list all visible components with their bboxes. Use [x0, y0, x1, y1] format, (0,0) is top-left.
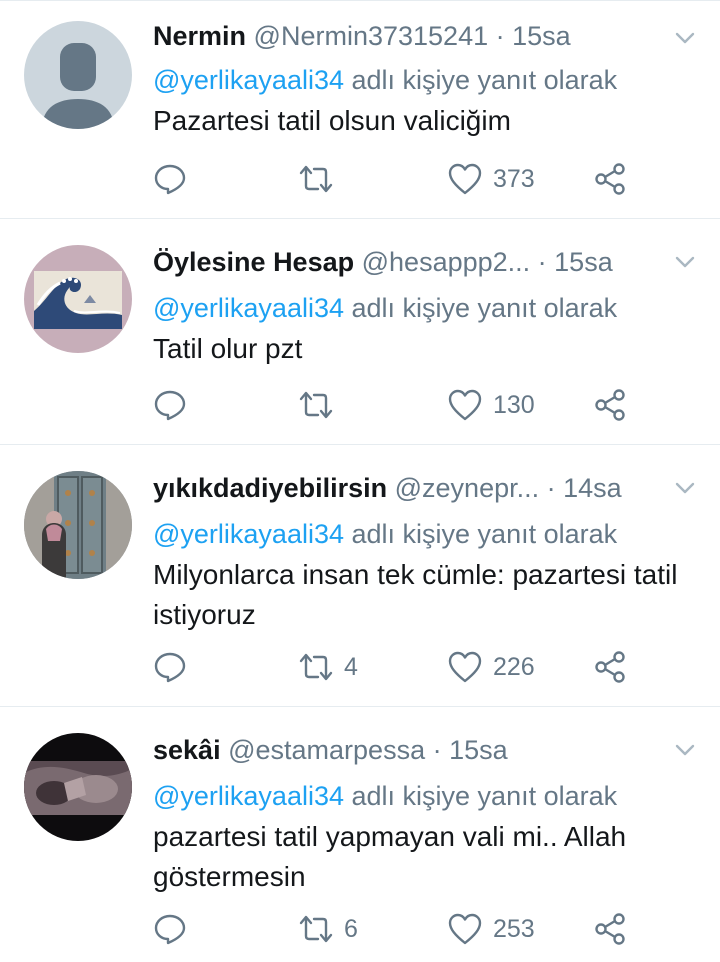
reply-context: @yerlikayaali34 adlı kişiye yanıt olarak	[153, 63, 700, 97]
reply-icon	[154, 914, 186, 945]
reply-button[interactable]	[153, 385, 187, 425]
tweet-header: sekâi @estamarpessa · 15sa	[153, 733, 630, 767]
share-button[interactable]	[593, 385, 627, 425]
tweet[interactable]: Nermin @Nermin37315241 · 15sa @yerlikaya…	[0, 0, 720, 218]
avatar[interactable]	[24, 245, 132, 353]
tweet[interactable]: Öylesine Hesap @hesappp2... · 15sa @yerl…	[0, 218, 720, 444]
tweet-header: Öylesine Hesap @hesappp2... · 15sa	[153, 245, 630, 279]
display-name[interactable]: Nermin	[153, 21, 246, 51]
tweet[interactable]: sekâi @estamarpessa · 15sa @yerlikayaali…	[0, 706, 720, 962]
chevron-down-icon[interactable]	[674, 477, 696, 499]
mention-link[interactable]: @yerlikayaali34	[153, 781, 344, 811]
timestamp[interactable]: · 15sa	[496, 21, 571, 51]
chevron-down-icon[interactable]	[674, 739, 696, 761]
user-handle[interactable]: @hesappp2...	[362, 247, 531, 277]
timestamp[interactable]: · 15sa	[538, 247, 613, 277]
like-button[interactable]: 253	[447, 909, 535, 949]
mention-link[interactable]: @yerlikayaali34	[153, 65, 344, 95]
like-button[interactable]: 130	[447, 385, 535, 425]
share-icon	[595, 651, 625, 683]
like-button[interactable]: 226	[447, 647, 535, 687]
reply-context-label: adlı kişiye yanıt olarak	[344, 519, 618, 549]
timestamp[interactable]: · 15sa	[433, 735, 508, 765]
share-button[interactable]	[593, 159, 627, 199]
avatar[interactable]	[24, 471, 132, 579]
retweet-icon	[299, 915, 333, 943]
share-button[interactable]	[593, 909, 627, 949]
avatar[interactable]	[24, 21, 132, 129]
mention-link[interactable]: @yerlikayaali34	[153, 519, 344, 549]
tweet[interactable]: yıkıkdadiyebilirsin @zeynepr... · 14sa @…	[0, 444, 720, 706]
reply-context-label: adlı kişiye yanıt olarak	[344, 65, 618, 95]
tweet-header: Nermin @Nermin37315241 · 15sa	[153, 19, 630, 53]
retweet-icon	[299, 391, 333, 419]
retweet-count: 6	[344, 915, 358, 943]
reply-icon	[154, 164, 186, 195]
user-handle[interactable]: @zeynepr...	[395, 473, 539, 503]
retweet-icon	[299, 653, 333, 681]
like-button[interactable]: 373	[447, 159, 535, 199]
share-button[interactable]	[593, 647, 627, 687]
tweet-text: Tatil olur pzt	[153, 333, 303, 364]
retweet-icon	[299, 165, 333, 193]
reply-icon	[154, 390, 186, 421]
heart-icon	[448, 913, 482, 945]
reply-context: @yerlikayaali34 adlı kişiye yanıt olarak	[153, 291, 700, 325]
retweet-count: 4	[344, 653, 358, 681]
retweet-button[interactable]	[298, 385, 344, 425]
heart-icon	[448, 389, 482, 421]
tweet-actions: 130	[153, 385, 653, 425]
avatar[interactable]	[24, 733, 132, 841]
like-count: 253	[493, 915, 535, 943]
chevron-down-icon[interactable]	[674, 27, 696, 49]
heart-icon	[448, 163, 482, 195]
display-name[interactable]: sekâi	[153, 735, 221, 765]
retweet-button[interactable]	[298, 159, 344, 199]
tweet-actions: 373	[153, 159, 653, 199]
tweet-text: Pazartesi tatil olsun valiciğim	[153, 105, 511, 136]
retweet-button[interactable]: 6	[298, 909, 358, 949]
mention-link[interactable]: @yerlikayaali34	[153, 293, 344, 323]
display-name[interactable]: yıkıkdadiyebilirsin	[153, 473, 387, 503]
reply-button[interactable]	[153, 647, 187, 687]
like-count: 226	[493, 653, 535, 681]
timestamp[interactable]: · 14sa	[547, 473, 622, 503]
tweet-header: yıkıkdadiyebilirsin @zeynepr... · 14sa	[153, 471, 630, 505]
user-handle[interactable]: @Nermin37315241	[254, 21, 489, 51]
share-icon	[595, 163, 625, 195]
like-count: 373	[493, 165, 535, 193]
share-icon	[595, 913, 625, 945]
user-handle[interactable]: @estamarpessa	[228, 735, 425, 765]
reply-icon	[154, 652, 186, 683]
heart-icon	[448, 651, 482, 683]
reply-context-label: adlı kişiye yanıt olarak	[344, 293, 618, 323]
reply-button[interactable]	[153, 909, 187, 949]
tweet-text: Milyonlarca insan tek cümle: pazartesi t…	[153, 559, 678, 630]
retweet-button[interactable]: 4	[298, 647, 358, 687]
reply-button[interactable]	[153, 159, 187, 199]
like-count: 130	[493, 391, 535, 419]
reply-context-label: adlı kişiye yanıt olarak	[344, 781, 618, 811]
display-name[interactable]: Öylesine Hesap	[153, 247, 354, 277]
reply-context: @yerlikayaali34 adlı kişiye yanıt olarak	[153, 779, 700, 813]
share-icon	[595, 389, 625, 421]
tweet-text: pazartesi tatil yapmayan vali mi.. Allah…	[153, 821, 627, 892]
tweet-actions: 6 253	[153, 909, 653, 949]
reply-context: @yerlikayaali34 adlı kişiye yanıt olarak	[153, 517, 700, 551]
tweet-actions: 4 226	[153, 647, 653, 687]
chevron-down-icon[interactable]	[674, 251, 696, 273]
